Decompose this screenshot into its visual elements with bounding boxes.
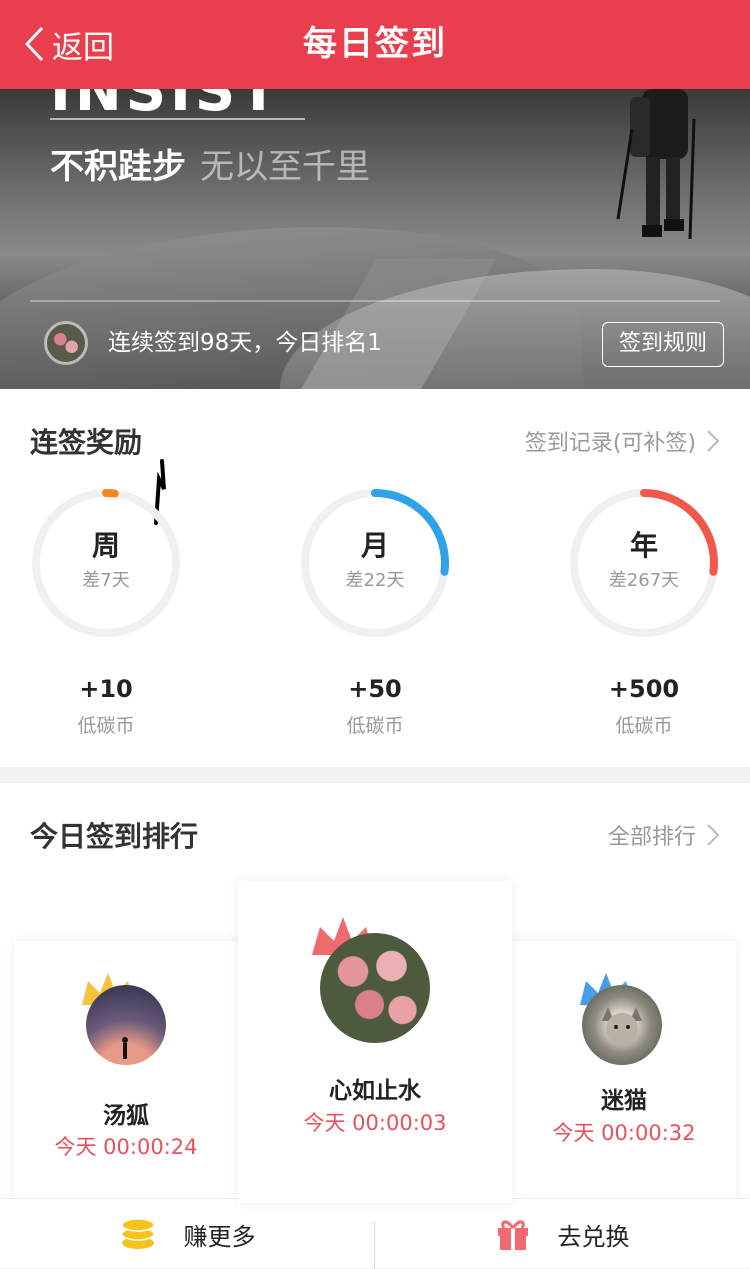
coins-icon (120, 1218, 155, 1249)
ring-label: 周 (91, 529, 120, 562)
checkin-time: 今天 00:00:03 (303, 1111, 447, 1135)
gift-icon (497, 1220, 528, 1250)
ring-remaining: 差267天 (608, 570, 680, 591)
checkin-time: 今天 00:00:24 (54, 1135, 198, 1159)
all-ranking-label: 全部排行 (607, 825, 696, 850)
user-name: 汤狐 (103, 1103, 149, 1129)
checkin-record-label: 签到记录(可补签) (524, 431, 696, 456)
streak-rewards-section: 连签奖励 签到记录(可补签) 周 差7天 月 差22天 年 差267天 +10 … (0, 389, 750, 767)
redeem-button[interactable]: 去兑换 (375, 1199, 750, 1269)
slogan-sub: 无以至千里 (200, 147, 370, 187)
rank-card-2[interactable]: 汤狐 今天 00:00:24 (14, 941, 238, 1203)
chevron-right-icon (707, 430, 720, 452)
bonus-amount: +50 (348, 675, 402, 703)
redeem-label: 去兑换 (557, 1222, 630, 1251)
year-progress-ring: 年 差267天 (567, 486, 721, 640)
banner-divider (50, 118, 305, 120)
slogan-main: 不积跬步 (50, 147, 186, 187)
section-title: 连签奖励 (30, 426, 143, 459)
week-bonus: +10 低碳币 (29, 675, 183, 738)
user-avatar (320, 933, 430, 1043)
year-bonus: +500 低碳币 (567, 675, 721, 738)
today-ranking-section: 今日签到排行 全部排行 汤狐 今天 00:00:24 迷猫 今天 00:00:3… (0, 783, 750, 1203)
rank-card-3[interactable]: 迷猫 今天 00:00:32 (512, 941, 736, 1203)
rank-card-1[interactable]: 心如止水 今天 00:00:03 (238, 881, 512, 1203)
nav-bar: 返回 每日签到 (0, 0, 750, 89)
banner-slogan: 不积跬步 无以至千里 (50, 139, 370, 188)
month-progress-ring: 月 差22天 (298, 486, 452, 640)
bonus-unit: 低碳币 (77, 715, 135, 737)
streak-text: 连续签到98天，今日排名1 (108, 330, 382, 356)
earn-more-label: 赚更多 (183, 1222, 256, 1251)
bonus-unit: 低碳币 (346, 715, 404, 737)
checkin-rules-button[interactable]: 签到规则 (602, 322, 724, 367)
checkin-banner: INSIST 不积跬步 无以至千里 连续签到98天，今日排名1 签到规则 (0, 89, 750, 389)
banner-divider (30, 300, 720, 302)
bottom-action-bar: 赚更多 去兑换 (0, 1198, 750, 1269)
chevron-right-icon (707, 824, 720, 846)
ring-remaining: 差7天 (82, 570, 130, 591)
week-progress-ring: 周 差7天 (29, 486, 183, 640)
user-name: 心如止水 (329, 1078, 421, 1104)
hiker-illustration (616, 89, 696, 240)
checkin-time: 今天 00:00:32 (552, 1121, 696, 1145)
user-name: 迷猫 (601, 1088, 647, 1114)
checkin-record-link[interactable]: 签到记录(可补签) (525, 425, 720, 457)
ring-label: 年 (629, 529, 658, 562)
cat-avatar-icon (602, 1007, 642, 1045)
bonus-unit: 低碳币 (615, 715, 673, 737)
person-silhouette-icon (122, 1037, 128, 1059)
user-avatar (86, 985, 166, 1065)
section-title: 今日签到排行 (30, 820, 199, 853)
bonus-amount: +10 (79, 675, 133, 703)
month-bonus: +50 低碳币 (298, 675, 452, 738)
user-avatar[interactable] (44, 321, 88, 365)
all-ranking-link[interactable]: 全部排行 (608, 819, 720, 851)
user-avatar (582, 985, 662, 1065)
ring-label: 月 (360, 529, 389, 562)
earn-more-button[interactable]: 赚更多 (0, 1199, 375, 1269)
page-title: 每日签到 (303, 24, 447, 64)
ring-remaining: 差22天 (345, 570, 405, 591)
bonus-amount: +500 (608, 675, 680, 703)
